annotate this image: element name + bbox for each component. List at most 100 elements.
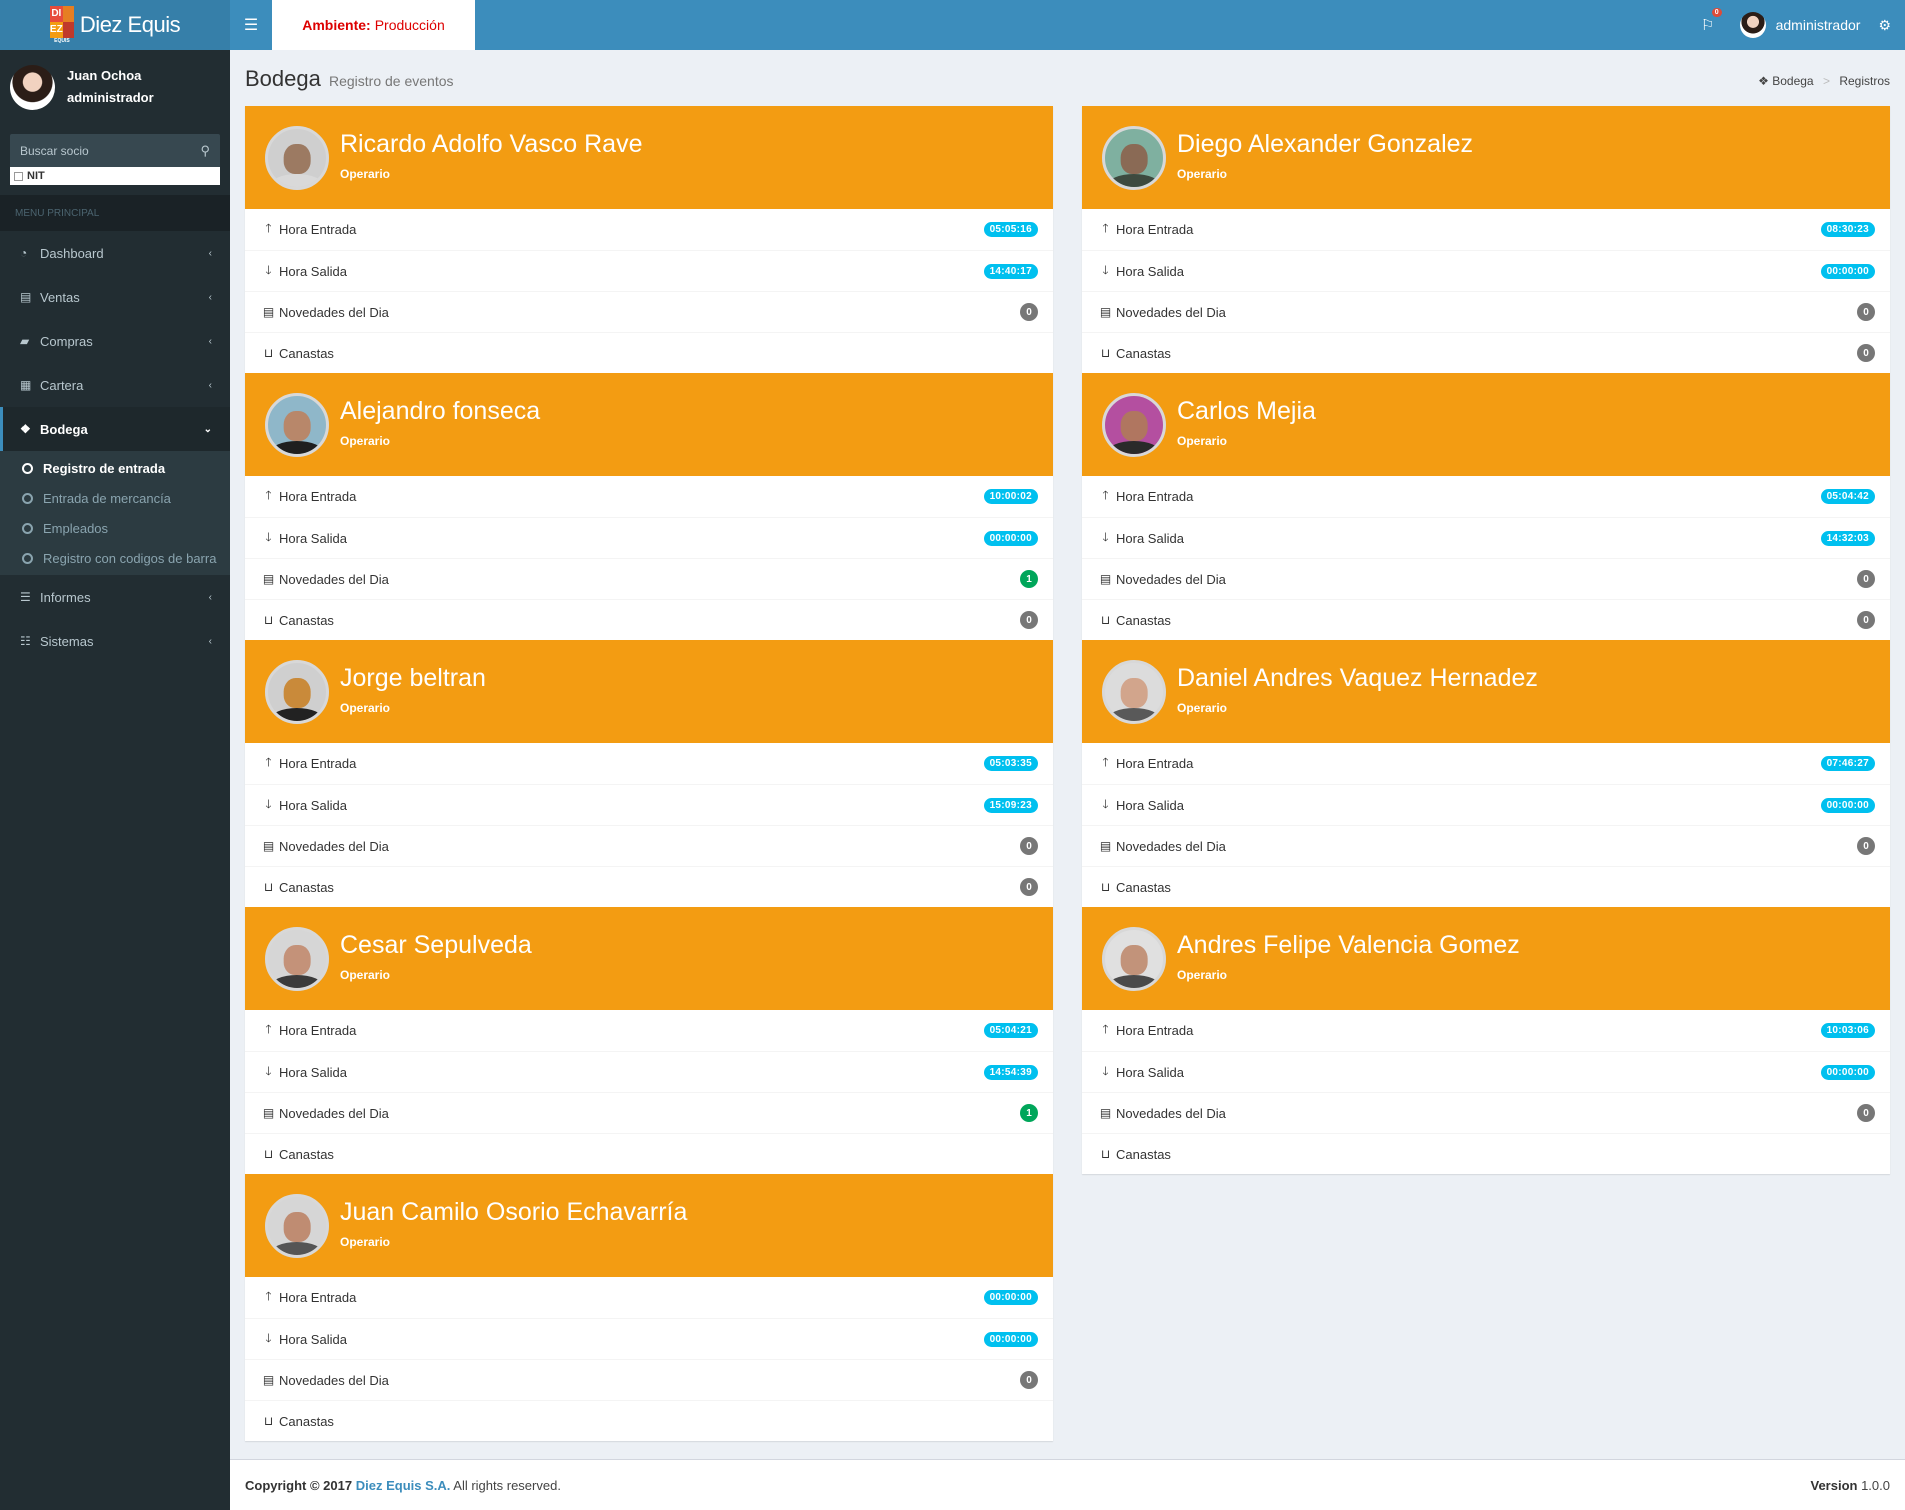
employee-name: Alejandro fonseca xyxy=(340,397,541,425)
hora-salida-row[interactable]: 🡓 Hora Salida 14:40:17 xyxy=(245,250,1053,291)
novedades-row[interactable]: ▤ Novedades del Dia 0 xyxy=(1082,558,1890,599)
hora-salida-row[interactable]: 🡓 Hora Salida 00:00:00 xyxy=(1082,1051,1890,1092)
avatar-face xyxy=(283,678,311,709)
hora-entrada-row[interactable]: 🡑 Hora Entrada 05:05:16 xyxy=(245,209,1053,250)
cubes-icon: ❖ xyxy=(1758,74,1773,88)
row-label-text: Canastas xyxy=(1116,879,1171,895)
hora-entrada-row[interactable]: 🡑 Hora Entrada 10:00:02 xyxy=(245,476,1053,517)
novedades-row[interactable]: ▤ Novedades del Dia 0 xyxy=(1082,1092,1890,1133)
novedades-row[interactable]: ▤ Novedades del Dia 0 xyxy=(1082,825,1890,866)
logo[interactable]: DI EZ EQUIS Diez Equis xyxy=(0,0,230,50)
sidebar-item-compras[interactable]: ▰ Compras ‹ xyxy=(0,319,230,363)
time-badge: 10:03:06 xyxy=(1820,1023,1875,1038)
submenu-item-registro-de-entrada[interactable]: Registro de entrada xyxy=(0,453,230,483)
row-label-text: Novedades del Dia xyxy=(279,838,389,854)
employee-card-body: 🡑 Hora Entrada 10:03:06 🡓 Hora Salida 00:00:0… xyxy=(1082,1010,1890,1174)
canastas-row[interactable]: ⊔ Canastas xyxy=(245,332,1053,373)
menu-header: MENU PRINCIPAL xyxy=(0,195,230,231)
avatar xyxy=(10,64,55,110)
circle-icon xyxy=(22,462,33,474)
canastas-row[interactable]: ⊔ Canastas xyxy=(1082,1133,1890,1174)
employee-card-header: Daniel Andres Vaquez Hernadez Operario xyxy=(1082,640,1890,743)
notifications-button[interactable]: ⚐ 0 xyxy=(1690,8,1726,34)
hora-entrada-row[interactable]: 🡑 Hora Entrada 00:00:00 xyxy=(245,1277,1053,1318)
hora-entrada-row[interactable]: 🡑 Hora Entrada 05:03:35 xyxy=(245,743,1053,784)
arrow-up-icon: 🡑 xyxy=(1102,221,1109,235)
avatar-face xyxy=(1120,411,1148,442)
submenu-item-registro-codigos-barra[interactable]: Registro con codigos de barra xyxy=(0,543,230,573)
canastas-row[interactable]: ⊔ Canastas xyxy=(245,1400,1053,1441)
environment-tab[interactable]: Ambiente: Producción xyxy=(272,0,475,50)
count-badge: 0 xyxy=(1857,570,1875,588)
logo-mark: DI EZ EQUIS xyxy=(49,6,74,44)
hora-salida-row[interactable]: 🡓 Hora Salida 00:00:00 xyxy=(245,517,1053,558)
employee-role: Operario xyxy=(1177,434,1228,448)
novedades-row[interactable]: ▤ Novedades del Dia 1 xyxy=(245,1092,1053,1133)
inbox-icon: ⊔ xyxy=(263,613,274,627)
control-sidebar-button[interactable]: ⚙ xyxy=(1874,17,1905,34)
row-label: 🡑 Hora Entrada xyxy=(262,1020,356,1041)
hora-entrada-row[interactable]: 🡑 Hora Entrada 05:04:21 xyxy=(245,1010,1053,1051)
list-alt-icon: ▤ xyxy=(262,305,275,319)
submenu-item-entrada-de-mercancia[interactable]: Entrada de mercancía xyxy=(0,483,230,513)
hora-salida-row[interactable]: 🡓 Hora Salida 00:00:00 xyxy=(1082,784,1890,825)
submenu-item-empleados[interactable]: Empleados xyxy=(0,513,230,543)
row-label-text: Canastas xyxy=(279,1146,334,1162)
top-navbar: ☰ Ambiente: Producción ⚐ 0 administrador… xyxy=(230,0,1905,50)
employee-card-header: Diego Alexander Gonzalez Operario xyxy=(1082,106,1890,209)
hora-salida-row[interactable]: 🡓 Hora Salida 15:09:23 xyxy=(245,784,1053,825)
user-menu[interactable]: administrador xyxy=(1739,12,1861,38)
hora-entrada-row[interactable]: 🡑 Hora Entrada 07:46:27 xyxy=(1082,743,1890,784)
hora-entrada-row[interactable]: 🡑 Hora Entrada 10:03:06 xyxy=(1082,1010,1890,1051)
novedades-row[interactable]: ▤ Novedades del Dia 0 xyxy=(245,825,1053,866)
novedades-row[interactable]: ▤ Novedades del Dia 0 xyxy=(245,291,1053,332)
avatar-face xyxy=(283,1212,311,1243)
sidebar-item-ventas[interactable]: ▤ Ventas ‹ xyxy=(0,275,230,319)
hora-entrada-row[interactable]: 🡑 Hora Entrada 05:04:42 xyxy=(1082,476,1890,517)
novedades-row[interactable]: ▤ Novedades del Dia 1 xyxy=(245,558,1053,599)
search-input[interactable] xyxy=(20,143,170,158)
copyright-text: Copyright © 2017 xyxy=(245,1477,353,1493)
row-label-text: Hora Salida xyxy=(279,263,347,279)
company-link[interactable]: Diez Equis S.A. xyxy=(356,1478,451,1493)
canastas-row[interactable]: ⊔ Canastas xyxy=(245,1133,1053,1174)
canastas-row[interactable]: ⊔ Canastas xyxy=(1082,866,1890,907)
avatar xyxy=(265,1194,329,1258)
canastas-row[interactable]: ⊔ Canastas 0 xyxy=(245,866,1053,907)
avatar xyxy=(1739,12,1766,38)
row-label-text: Hora Salida xyxy=(279,1331,347,1347)
hora-salida-row[interactable]: 🡓 Hora Salida 00:00:00 xyxy=(245,1318,1053,1359)
hora-entrada-row[interactable]: 🡑 Hora Entrada 08:30:23 xyxy=(1082,209,1890,250)
novedades-row[interactable]: ▤ Novedades del Dia 0 xyxy=(245,1359,1053,1400)
search-icon[interactable]: ⚲ xyxy=(200,143,210,159)
sidebar-item-informes[interactable]: ☰ Informes ‹ xyxy=(0,575,230,619)
count-badge: 1 xyxy=(1020,570,1038,588)
employee-name: Cesar Sepulveda xyxy=(340,931,532,959)
row-label-text: Canastas xyxy=(279,345,334,361)
user-menu-label: administrador xyxy=(1775,17,1861,33)
hora-salida-row[interactable]: 🡓 Hora Salida 14:32:03 xyxy=(1082,517,1890,558)
sidebar-item-bodega[interactable]: ❖ Bodega ⌄ xyxy=(0,407,230,451)
sidebar-toggle-button[interactable]: ☰ xyxy=(230,0,272,50)
version-label: Version xyxy=(1810,1477,1858,1493)
hora-salida-row[interactable]: 🡓 Hora Salida 14:54:39 xyxy=(245,1051,1053,1092)
hora-salida-row[interactable]: 🡓 Hora Salida 00:00:00 xyxy=(1082,250,1890,291)
breadcrumb-item-bodega[interactable]: ❖ Bodega xyxy=(1758,74,1813,88)
nit-checkbox[interactable] xyxy=(14,171,23,181)
chevron-left-icon: ‹ xyxy=(208,591,212,603)
employee-role: Operario xyxy=(340,968,391,982)
sidebar-item-dashboard[interactable]: ◔ Dashboard ‹ xyxy=(0,231,230,275)
nit-checkbox-row[interactable]: NIT xyxy=(10,167,220,185)
inbox-icon: ⊔ xyxy=(263,1414,274,1428)
canastas-row[interactable]: ⊔ Canastas 0 xyxy=(1082,599,1890,640)
count-badge: 0 xyxy=(1020,1371,1038,1389)
employee-role: Operario xyxy=(1177,701,1228,715)
sidebar-item-sistemas[interactable]: ☷ Sistemas ‹ xyxy=(0,619,230,663)
canastas-row[interactable]: ⊔ Canastas 0 xyxy=(245,599,1053,640)
canastas-row[interactable]: ⊔ Canastas 0 xyxy=(1082,332,1890,373)
sidebar-item-cartera[interactable]: ▦ Cartera ‹ xyxy=(0,363,230,407)
employee-name: Andres Felipe Valencia Gomez xyxy=(1177,931,1520,959)
employee-role: Operario xyxy=(340,701,391,715)
avatar-body xyxy=(270,975,324,988)
novedades-row[interactable]: ▤ Novedades del Dia 0 xyxy=(1082,291,1890,332)
